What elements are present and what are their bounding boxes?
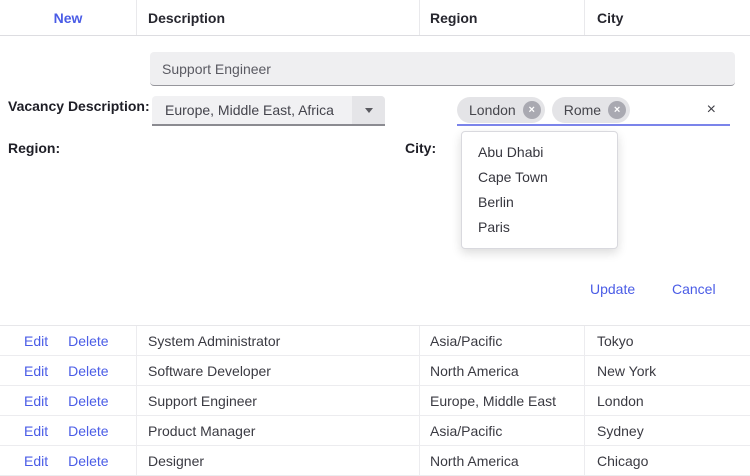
grid-screen: New Description Region City Vacancy Desc… [0, 0, 750, 476]
city-option[interactable]: Abu Dhabi [462, 140, 617, 165]
row-city: London [585, 386, 750, 415]
table-row: Edit Delete Support EngineerEurope, Middle… [0, 386, 750, 416]
row-region: North America [420, 446, 585, 475]
header-cell-actions: New [0, 0, 137, 35]
column-header-region: Region [420, 0, 585, 35]
row-description: Product Manager [137, 416, 420, 445]
region-dropdown[interactable]: Europe, Middle East, Africa [152, 96, 385, 126]
city-tag[interactable]: Rome × [552, 97, 630, 123]
row-actions: Edit Delete [0, 386, 137, 415]
row-region: Asia/Pacific [420, 416, 585, 445]
grid-body: EditDeleteSystem AdministratorAsia/Pacif… [0, 325, 750, 476]
chevron-down-icon [365, 108, 373, 113]
edit-link[interactable]: Edit [24, 333, 48, 349]
row-region: Europe, Middle East [420, 386, 585, 415]
region-label: Region: [8, 140, 60, 156]
city-multiselect[interactable]: London × Rome × × [457, 96, 730, 126]
row-description: Software Developer [137, 356, 420, 385]
region-dropdown-value: Europe, Middle East, Africa [152, 96, 352, 124]
city-tag[interactable]: London × [457, 97, 545, 123]
row-region: Asia/Pacific [420, 326, 585, 355]
city-options-list: Abu DhabiCape TownBerlinParis [462, 140, 617, 240]
city-option[interactable]: Paris [462, 215, 617, 240]
row-city: Chicago [585, 446, 750, 475]
edit-link[interactable]: Edit [24, 363, 48, 379]
region-dropdown-button[interactable] [352, 96, 385, 124]
table-row: Edit Delete Product ManagerAsia/PacificSyd… [0, 416, 750, 446]
row-description: Support Engineer [137, 386, 420, 415]
row-description: System Administrator [137, 326, 420, 355]
row-city: Sydney [585, 416, 750, 445]
grid-header: New Description Region City [0, 0, 750, 36]
city-options-popup: Abu DhabiCape TownBerlinParis [461, 131, 618, 249]
city-tags: London × Rome × [457, 97, 637, 123]
edit-link[interactable]: Edit [24, 423, 48, 439]
cancel-button[interactable]: Cancel [672, 281, 716, 297]
edit-form: Vacancy Description: Region: Europe, Mid… [0, 36, 750, 325]
row-actions: Edit Delete [0, 326, 137, 355]
city-tag-label: Rome [564, 102, 601, 118]
city-tag-label: London [469, 102, 516, 118]
city-option[interactable]: Berlin [462, 190, 617, 215]
vacancy-description-input[interactable] [150, 52, 735, 86]
row-actions: Edit Delete [0, 416, 137, 445]
city-label: City: [405, 140, 436, 156]
remove-tag-icon[interactable]: × [523, 101, 541, 119]
delete-link[interactable]: Delete [68, 333, 108, 349]
row-city: Tokyo [585, 326, 750, 355]
row-region: North America [420, 356, 585, 385]
row-actions: Edit Delete [0, 356, 137, 385]
table-row: Edit Delete Software DeveloperNorth Americ… [0, 356, 750, 386]
delete-link[interactable]: Delete [68, 393, 108, 409]
new-button[interactable]: New [54, 10, 83, 26]
column-header-city: City [585, 0, 750, 35]
city-option[interactable]: Cape Town [462, 165, 617, 190]
clear-icon[interactable]: × [707, 102, 716, 118]
row-description: Designer [137, 446, 420, 475]
vacancy-description-label: Vacancy Description: [8, 98, 150, 114]
delete-link[interactable]: Delete [68, 363, 108, 379]
delete-link[interactable]: Delete [68, 423, 108, 439]
edit-link[interactable]: Edit [24, 453, 48, 469]
column-header-description: Description [137, 0, 420, 35]
table-row: Edit Delete DesignerNorth AmericaChicago [0, 446, 750, 476]
edit-link[interactable]: Edit [24, 393, 48, 409]
table-row: Edit Delete System AdministratorAsia/Pacif… [0, 326, 750, 356]
remove-tag-icon[interactable]: × [608, 101, 626, 119]
update-button[interactable]: Update [590, 281, 635, 297]
delete-link[interactable]: Delete [68, 453, 108, 469]
row-actions: Edit Delete [0, 446, 137, 475]
row-city: New York [585, 356, 750, 385]
